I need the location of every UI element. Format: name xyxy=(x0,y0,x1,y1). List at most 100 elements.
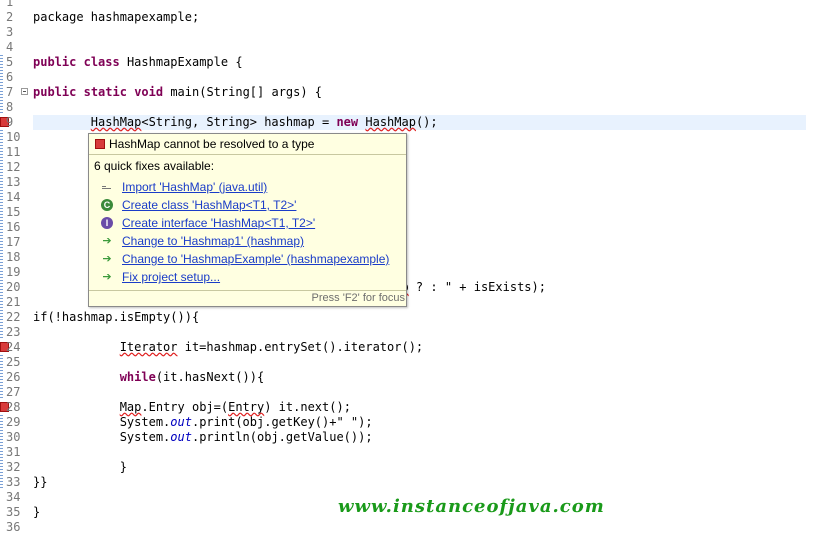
line-number: 26 xyxy=(6,370,21,384)
code-line[interactable]: 2 package hashmapexample; xyxy=(0,10,817,25)
quick-fix-label[interactable]: Change to 'Hashmap1' (hashmap) xyxy=(122,234,304,248)
line-number: 30 xyxy=(6,430,21,444)
code-token: } xyxy=(33,460,127,474)
line-number: 13 xyxy=(6,175,21,189)
code-token: HashmapExample { xyxy=(119,55,243,69)
code-text: }} xyxy=(33,475,806,490)
override-marker xyxy=(0,55,3,70)
override-marker xyxy=(0,130,3,145)
code-line[interactable]: 33}} xyxy=(0,475,817,490)
code-line[interactable]: 3 xyxy=(0,25,817,40)
line-number: 4 xyxy=(6,40,14,54)
quick-fix-label[interactable]: Fix project setup... xyxy=(122,270,220,284)
error-token[interactable]: HashMap xyxy=(365,115,416,129)
line-number: 3 xyxy=(6,25,14,39)
code-text: System.out.println(obj.getValue()); xyxy=(33,430,806,445)
quick-fix-label[interactable]: Import 'HashMap' (java.util) xyxy=(122,180,267,194)
code-token: System. xyxy=(33,430,171,444)
code-line[interactable]: 29 System.out.print(obj.getKey()+" "); xyxy=(0,415,817,430)
keyword: void xyxy=(134,85,164,99)
code-line[interactable]: 4 xyxy=(0,40,817,55)
override-marker xyxy=(0,430,3,445)
interface-icon: I xyxy=(101,217,113,229)
line-number: 27 xyxy=(6,385,21,399)
line-number: 25 xyxy=(6,355,21,369)
quick-fix-label[interactable]: Create class 'HashMap<T1, T2>' xyxy=(122,198,296,212)
code-line[interactable]: 23 xyxy=(0,325,817,340)
quick-fix-popup[interactable]: HashMap cannot be resolved to a type 6 q… xyxy=(88,133,407,307)
code-line[interactable]: 1 xyxy=(0,0,817,10)
line-number: 34 xyxy=(6,490,21,504)
line-number: 17 xyxy=(6,235,21,249)
error-token[interactable]: HashMap xyxy=(91,115,142,129)
line-number: 10 xyxy=(6,130,21,144)
quick-fix-change-hashmap1[interactable]: ➔ Change to 'Hashmap1' (hashmap) xyxy=(101,233,401,249)
override-marker xyxy=(0,100,3,115)
error-token[interactable]: Map xyxy=(120,400,142,414)
code-token: ? : " + isExists); xyxy=(408,280,546,294)
code-text: package hashmapexample; xyxy=(33,10,806,25)
quick-fix-label[interactable]: Create interface 'HashMap<T1, T2>' xyxy=(122,216,315,230)
quick-fix-create-class[interactable]: C Create class 'HashMap<T1, T2>' xyxy=(101,197,401,213)
code-token: (it.hasNext()){ xyxy=(155,370,265,384)
code-line[interactable]: 6 xyxy=(0,70,817,85)
code-line[interactable]: 7 public static void main(String[] args) … xyxy=(0,85,817,100)
code-text: public class HashmapExample { xyxy=(33,55,806,70)
code-line[interactable]: 5 public class HashmapExample { xyxy=(0,55,817,70)
line-number: 16 xyxy=(6,220,21,234)
override-marker xyxy=(0,355,3,370)
quick-fix-change-hashmapexample[interactable]: ➔ Change to 'HashmapExample' (hashmapexa… xyxy=(101,251,401,267)
override-marker xyxy=(0,370,3,385)
quick-fix-project-setup[interactable]: ➔ Fix project setup... xyxy=(101,269,401,285)
line-number: 20 xyxy=(6,280,21,294)
code-line[interactable]: 24 Iterator it=hashmap.entrySet().iterat… xyxy=(0,340,817,355)
code-token: if(!hashmap.isEmpty()){ xyxy=(33,310,200,324)
line-number: 14 xyxy=(6,190,21,204)
quick-fix-import[interactable]: Import 'HashMap' (java.util) xyxy=(101,179,401,195)
fold-toggle-icon[interactable] xyxy=(21,88,28,95)
line-number: 23 xyxy=(6,325,21,339)
code-token: .print(obj.getKey()+" "); xyxy=(191,415,373,429)
code-line[interactable]: 26 while(it.hasNext()){ xyxy=(0,370,817,385)
code-text: public static void main(String[] args) { xyxy=(33,85,806,100)
code-text: } xyxy=(33,460,806,475)
override-marker xyxy=(0,415,3,430)
error-token[interactable]: Iterator xyxy=(120,340,178,354)
keyword: class xyxy=(83,55,120,69)
code-line[interactable]: 25 xyxy=(0,355,817,370)
line-number: 5 xyxy=(6,55,14,69)
code-line[interactable]: 22 if(!hashmap.isEmpty()){ xyxy=(0,310,817,325)
override-marker xyxy=(0,145,3,160)
static-field: out xyxy=(170,430,192,444)
quick-fix-label[interactable]: Change to 'HashmapExample' (hashmapexamp… xyxy=(122,252,389,266)
import-icon xyxy=(101,181,113,193)
code-token: it=hashmap.entrySet().iterator(); xyxy=(177,340,424,354)
static-field: out xyxy=(170,415,192,429)
code-line[interactable]: 28 Map.Entry obj=(Entry) it.next(); xyxy=(0,400,817,415)
code-text: if(!hashmap.isEmpty()){ xyxy=(33,310,806,325)
error-token[interactable]: Entry xyxy=(228,400,264,414)
override-marker xyxy=(0,190,3,205)
line-number: 28 xyxy=(6,400,21,414)
code-line[interactable]: 30 System.out.println(obj.getValue()); xyxy=(0,430,817,445)
keyword: public xyxy=(33,55,77,69)
popup-title: HashMap cannot be resolved to a type xyxy=(109,137,315,151)
code-text: System.out.print(obj.getKey()+" "); xyxy=(33,415,806,430)
code-line-current[interactable]: 9 HashMap<String, String> hashmap = new … xyxy=(0,115,817,130)
code-line[interactable]: 32 } xyxy=(0,460,817,475)
code-line[interactable]: 8 xyxy=(0,100,817,115)
code-line[interactable]: 31 xyxy=(0,445,817,460)
override-marker xyxy=(0,385,3,400)
quick-fix-create-interface[interactable]: I Create interface 'HashMap<T1, T2>' xyxy=(101,215,401,231)
code-token: ) it.next(); xyxy=(264,400,351,414)
code-token: (); xyxy=(415,115,438,129)
code-text: Iterator it=hashmap.entrySet().iterator(… xyxy=(33,340,806,355)
code-line[interactable]: 27 xyxy=(0,385,817,400)
override-marker xyxy=(0,235,3,250)
override-marker xyxy=(0,85,3,100)
code-line[interactable]: 36 xyxy=(0,520,817,535)
